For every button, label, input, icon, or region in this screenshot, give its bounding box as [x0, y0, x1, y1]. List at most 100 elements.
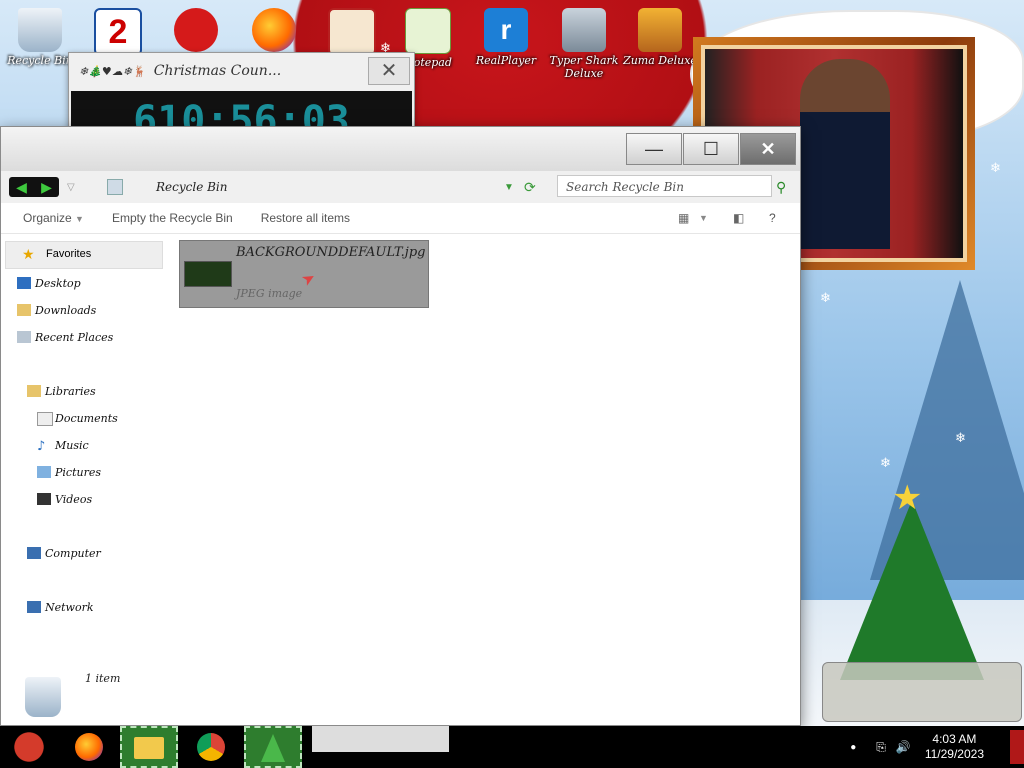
view-options-icon[interactable]: ▦: [678, 211, 689, 225]
desktop-icon-2[interactable]: 2: [80, 8, 156, 58]
organize-button[interactable]: Organize ▼: [23, 211, 84, 225]
nav-label: Recent Places: [35, 331, 114, 344]
red-creature-icon: [174, 8, 218, 52]
desktop-icon-label: Typer Shark Deluxe: [549, 54, 619, 80]
nav-label: Computer: [45, 547, 101, 560]
desktop-icon-3[interactable]: [158, 8, 234, 54]
nav-item-recent[interactable]: Recent Places: [17, 331, 114, 344]
nav-item-videos[interactable]: Videos: [37, 493, 93, 506]
forward-arrow-icon[interactable]: ▶: [41, 177, 52, 197]
desktop-icon: [17, 277, 31, 289]
desktop-icon-4[interactable]: [236, 8, 312, 54]
title-bar[interactable]: — ☐ ✕: [1, 127, 800, 171]
star-icon: ★: [892, 479, 923, 517]
desktop-icon-label: Zuma Deluxe: [623, 54, 697, 67]
file-list: BACKGROUNDDEFAULT.jpg JPEG image ➤: [171, 239, 800, 725]
nav-item-libraries[interactable]: Libraries: [27, 385, 96, 398]
help-button[interactable]: ?: [769, 211, 776, 225]
nav-item-desktop[interactable]: Desktop: [17, 277, 81, 290]
preview-pane-icon[interactable]: ◧: [733, 211, 744, 225]
nav-buttons: ◀ ▶: [9, 177, 59, 197]
chevron-down-icon[interactable]: ▼: [699, 213, 708, 223]
taskbar-file-explorer[interactable]: [120, 726, 178, 768]
gadget-title: Christmas Coun...: [153, 63, 282, 79]
chevron-down-icon: ▼: [75, 214, 84, 224]
dropdown-arrow-icon[interactable]: ▼: [504, 182, 514, 193]
gadget-close-button[interactable]: ✕: [368, 57, 410, 85]
network-tray-icon[interactable]: ⎘: [876, 740, 886, 755]
clock-gadget[interactable]: [822, 662, 1022, 722]
computer-icon: [27, 547, 41, 559]
snowflake-icon: ❄: [880, 455, 891, 470]
file-type: JPEG image: [236, 287, 303, 300]
nav-item-computer[interactable]: Computer: [27, 547, 101, 560]
nav-item-pictures[interactable]: Pictures: [37, 466, 101, 479]
search-icon[interactable]: ⚲: [776, 179, 786, 196]
start-button-santa-icon[interactable]: [0, 726, 58, 768]
pictures-icon: [37, 466, 51, 478]
desktop-icon-5[interactable]: [314, 8, 390, 58]
explorer-window[interactable]: — ☐ ✕ ◀ ▶ ▽ Recycle Bin ▼ ⟳ Search Recyc…: [0, 126, 801, 726]
volume-icon[interactable]: 🔊: [896, 740, 911, 754]
favorites-header[interactable]: ★ Favorites: [5, 241, 163, 269]
clock-time: 4:03 AM: [932, 732, 977, 746]
organize-label: Organize: [23, 211, 72, 225]
taskbar-firefox[interactable]: [60, 726, 118, 768]
nav-label: Documents: [55, 412, 118, 425]
maximize-button[interactable]: ☐: [683, 133, 739, 165]
show-desktop-button[interactable]: [1010, 730, 1024, 764]
number-two-icon: 2: [94, 8, 142, 56]
search-input[interactable]: Search Recycle Bin: [557, 175, 772, 197]
tray-dot-icon[interactable]: ●: [850, 742, 856, 753]
nav-label: Downloads: [35, 304, 97, 317]
item-count: 1 item: [85, 672, 121, 685]
downloads-icon: [17, 304, 31, 316]
person-figure: [800, 59, 890, 249]
clock-date: 11/29/2023: [924, 747, 984, 761]
file-item[interactable]: BACKGROUNDDEFAULT.jpg JPEG image ➤: [179, 240, 429, 308]
taskbar-window-preview[interactable]: [312, 726, 449, 752]
command-bar: Organize ▼ Empty the Recycle Bin Restore…: [1, 203, 800, 234]
taskbar-clock[interactable]: 4:03 AM 11/29/2023: [925, 732, 984, 762]
nav-label: Videos: [55, 493, 93, 506]
taskbar-christmas-gadget[interactable]: [244, 726, 302, 768]
chevron-down-icon[interactable]: ▽: [67, 182, 75, 193]
empty-recycle-bin-button[interactable]: Empty the Recycle Bin: [112, 211, 233, 225]
nav-item-network[interactable]: Network: [27, 601, 94, 614]
refresh-icon[interactable]: ⟳: [524, 179, 536, 196]
star-icon: ★: [22, 246, 35, 262]
firefox-icon: [75, 733, 103, 761]
nav-item-documents[interactable]: Documents: [37, 412, 118, 426]
taskbar-chrome[interactable]: [182, 726, 240, 768]
desktop-icon-recycle-bin[interactable]: Recycle Bin: [2, 8, 78, 67]
address-bar: ◀ ▶ ▽ Recycle Bin ▼ ⟳ Search Recycle Bin…: [1, 171, 800, 203]
desktop-icon-zuma[interactable]: Zuma Deluxe: [622, 8, 698, 67]
back-arrow-icon[interactable]: ◀: [16, 177, 27, 197]
address-path[interactable]: Recycle Bin: [156, 180, 228, 194]
recycle-bin-icon: [18, 8, 62, 52]
nav-label: Desktop: [35, 277, 81, 290]
countdown-value: 610:56:03: [133, 98, 350, 131]
shrine-gate-icon: [328, 8, 376, 56]
close-button[interactable]: ✕: [740, 133, 796, 165]
gadget-symbols: ❄🎄♥☁❄🦌: [79, 64, 146, 78]
recycle-bin-large-icon: [25, 677, 61, 717]
christmas-countdown-gadget[interactable]: ❄🎄♥☁❄🦌 Christmas Coun... ✕ 610:56:03: [68, 52, 415, 134]
desktop-icon-realplayer[interactable]: r RealPlayer: [468, 8, 544, 67]
desktop-icon-label: Recycle Bin: [7, 54, 73, 67]
notepad-plus-icon: [405, 8, 451, 54]
minimize-button[interactable]: —: [626, 133, 682, 165]
desktop-icon-typer-shark[interactable]: Typer Shark Deluxe: [546, 8, 622, 80]
documents-icon: [37, 412, 53, 426]
nav-label: Pictures: [55, 466, 101, 479]
christmas-tree-decoration: [840, 500, 984, 680]
restore-all-button[interactable]: Restore all items: [261, 211, 350, 225]
file-name: BACKGROUNDDEFAULT.jpg: [236, 245, 426, 260]
snowflake-icon: ❄: [990, 160, 1001, 175]
nav-label: Music: [55, 439, 89, 452]
nav-item-music[interactable]: ♪ Music: [37, 439, 89, 454]
image-thumbnail: [184, 261, 232, 287]
minimize-icon: —: [645, 139, 663, 159]
zuma-frog-icon: [638, 8, 682, 52]
nav-item-downloads[interactable]: Downloads: [17, 304, 97, 317]
